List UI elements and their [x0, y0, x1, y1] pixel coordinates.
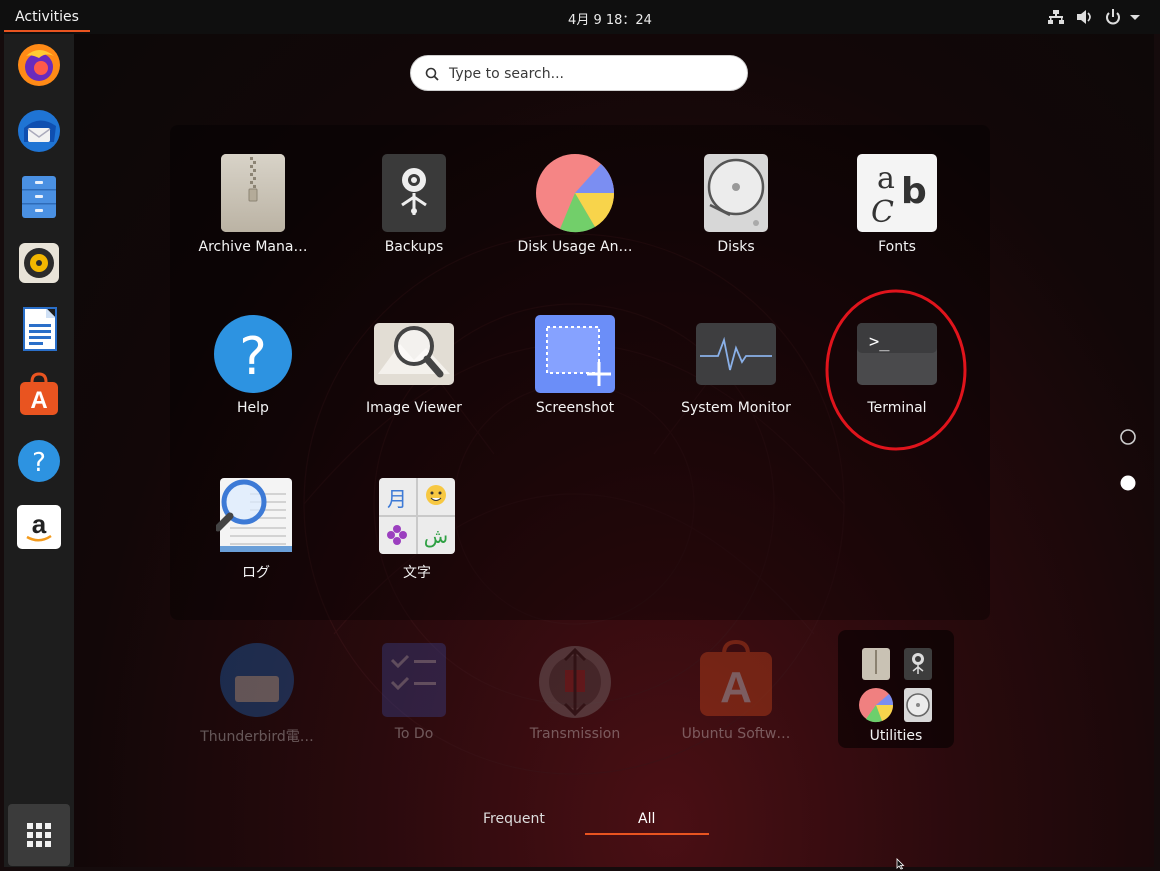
app-logs[interactable]: ログ	[191, 476, 321, 606]
highlight-annotation	[825, 289, 967, 451]
archive-manager-icon	[221, 154, 285, 232]
search-entry[interactable]: Type to search...	[410, 55, 748, 91]
app-disks[interactable]: Disks	[671, 153, 801, 283]
app-label: System Monitor	[681, 400, 791, 416]
characters-icon: 月 ش	[379, 478, 455, 554]
show-applications-button[interactable]	[8, 804, 70, 866]
libreoffice-writer-icon[interactable]	[16, 306, 62, 352]
tab-all[interactable]: All	[638, 811, 655, 827]
svg-text:a: a	[877, 161, 895, 196]
help-icon[interactable]: ?	[16, 438, 62, 484]
app-label: Transmission	[529, 726, 621, 742]
activities-button[interactable]: Activities	[4, 4, 90, 32]
files-icon[interactable]	[16, 174, 62, 220]
app-help[interactable]: ? Help	[188, 314, 318, 444]
app-screenshot[interactable]: Screenshot	[510, 314, 640, 444]
svg-text:?: ?	[239, 327, 267, 387]
amazon-icon[interactable]: a	[16, 504, 62, 550]
app-label: Archive Mana…	[198, 239, 308, 255]
app-label: To Do	[394, 726, 434, 742]
tab-frequent[interactable]: Frequent	[483, 811, 545, 827]
app-fonts[interactable]: a b C Fonts	[832, 153, 962, 283]
svg-text:b: b	[901, 171, 927, 212]
desktop: Activities 4月 9 18：24 A ? a Type to sear…	[0, 0, 1160, 871]
image-viewer-icon	[374, 323, 454, 385]
svg-text:a: a	[32, 509, 47, 539]
page-dot-2[interactable]	[1120, 475, 1136, 491]
app-label: Image Viewer	[366, 400, 462, 416]
thunderbird-icon[interactable]	[16, 108, 62, 154]
dropdown-icon[interactable]	[1129, 9, 1141, 25]
app-disk-usage-analyzer[interactable]: Disk Usage An…	[510, 153, 640, 283]
page-indicator	[1120, 429, 1136, 491]
app-label: Ubuntu Softw…	[681, 726, 791, 742]
app-label: Disk Usage An…	[517, 239, 633, 255]
todo-icon	[382, 643, 446, 717]
app-label: Thunderbird電…	[200, 729, 314, 745]
app-archive-manager[interactable]: Archive Mana…	[188, 153, 318, 283]
folder-preview-icons	[859, 648, 932, 723]
app-transmission: Transmission	[510, 640, 640, 770]
svg-text:A: A	[30, 387, 47, 414]
mouse-pointer-icon	[896, 858, 905, 870]
app-label: 文字	[403, 565, 431, 581]
svg-text:C: C	[871, 195, 894, 230]
ubuntu-software-icon: A	[700, 640, 772, 716]
app-label: Fonts	[878, 239, 916, 255]
volume-icon[interactable]	[1076, 9, 1094, 25]
clock[interactable]: 4月 9 18：24	[530, 9, 690, 28]
system-monitor-icon	[696, 323, 776, 385]
folder-label: Utilities	[869, 728, 923, 744]
network-icon[interactable]	[1047, 9, 1065, 25]
disk-usage-icon	[536, 154, 615, 233]
svg-text:?: ?	[32, 448, 46, 478]
screenshot-icon	[535, 315, 615, 393]
page-dot-1[interactable]	[1120, 429, 1136, 445]
utilities-folder[interactable]: Utilities	[838, 630, 954, 748]
app-label: ログ	[242, 565, 270, 581]
app-characters[interactable]: 月 ش 文字	[352, 476, 482, 606]
app-label: Backups	[384, 239, 444, 255]
fonts-icon: a b C	[857, 154, 937, 232]
disks-icon	[704, 154, 768, 232]
svg-text:ش: ش	[424, 524, 448, 548]
app-system-monitor[interactable]: System Monitor	[671, 314, 801, 444]
app-thunderbird: Thunderbird電…	[192, 640, 322, 770]
search-placeholder: Type to search...	[449, 66, 564, 82]
top-bar: Activities 4月 9 18：24	[0, 0, 1160, 34]
transmission-icon	[539, 646, 611, 718]
thunderbird-icon	[220, 643, 294, 717]
app-grid-icon	[27, 823, 51, 847]
app-image-viewer[interactable]: Image Viewer	[349, 314, 479, 444]
svg-text:月: 月	[387, 487, 407, 511]
app-label: Screenshot	[535, 400, 615, 416]
dock: A ? a	[4, 34, 74, 867]
power-icon[interactable]	[1104, 9, 1122, 25]
backups-icon	[382, 154, 446, 232]
search-icon	[425, 67, 439, 81]
app-backups[interactable]: Backups	[349, 153, 479, 283]
view-switcher: Frequent All	[440, 805, 720, 839]
tab-active-underline	[585, 833, 709, 835]
app-todo: To Do	[349, 640, 479, 770]
app-label: Disks	[717, 239, 755, 255]
firefox-icon[interactable]	[16, 42, 62, 88]
help-icon: ?	[214, 315, 292, 393]
app-ubuntu-software: A Ubuntu Softw…	[671, 640, 801, 770]
app-label: Help	[237, 400, 269, 416]
ubuntu-software-icon[interactable]: A	[16, 372, 62, 418]
rhythmbox-icon[interactable]	[16, 240, 62, 286]
logs-icon	[216, 478, 292, 552]
svg-text:A: A	[720, 663, 752, 712]
